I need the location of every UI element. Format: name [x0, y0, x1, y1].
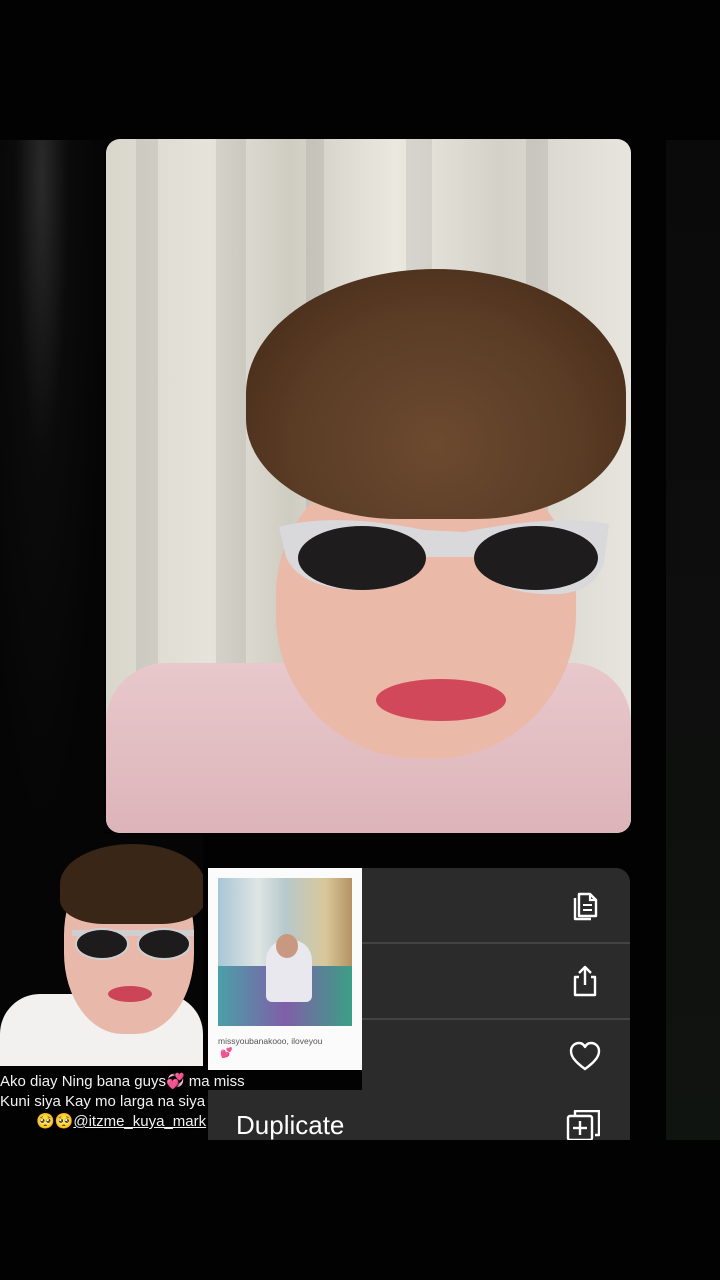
copy-icon — [573, 892, 598, 921]
thumbnail-lips — [108, 986, 152, 1002]
thumbnail-sunglasses — [72, 928, 194, 960]
share-icon — [573, 965, 597, 997]
polaroid-caption: missyoubanakooo, iloveyou — [218, 1036, 323, 1046]
menu-item-copy[interactable] — [362, 868, 630, 944]
polaroid-photo — [218, 878, 352, 1026]
post-thumbnail[interactable] — [0, 834, 203, 1066]
user-handle-link[interactable]: @itzme_kuya_mark — [73, 1113, 206, 1130]
polaroid-head — [276, 934, 298, 958]
hair — [246, 269, 626, 519]
sunglasses — [279, 520, 609, 595]
right-edge-panel — [666, 140, 720, 1140]
polaroid-card[interactable]: missyoubanakooo, iloveyou 💕 — [208, 868, 362, 1070]
left-edge-panel — [0, 140, 104, 840]
menu-item-like[interactable] — [362, 1020, 630, 1096]
polaroid-heart: 💕 — [220, 1048, 233, 1059]
caption-line-1: Ako diay Ning bana guys💞 ma miss — [0, 1073, 245, 1090]
heart-icon — [569, 1041, 601, 1071]
lips — [376, 679, 506, 721]
caption-emoji: 🥺🥺 — [36, 1113, 74, 1130]
main-photo[interactable] — [106, 139, 631, 833]
bottom-area — [0, 1140, 720, 1280]
duplicate-icon — [566, 1110, 600, 1140]
menu-item-share[interactable] — [362, 944, 630, 1020]
thumbnail-hair — [60, 844, 203, 924]
duplicate-label: Duplicate — [236, 1110, 345, 1140]
